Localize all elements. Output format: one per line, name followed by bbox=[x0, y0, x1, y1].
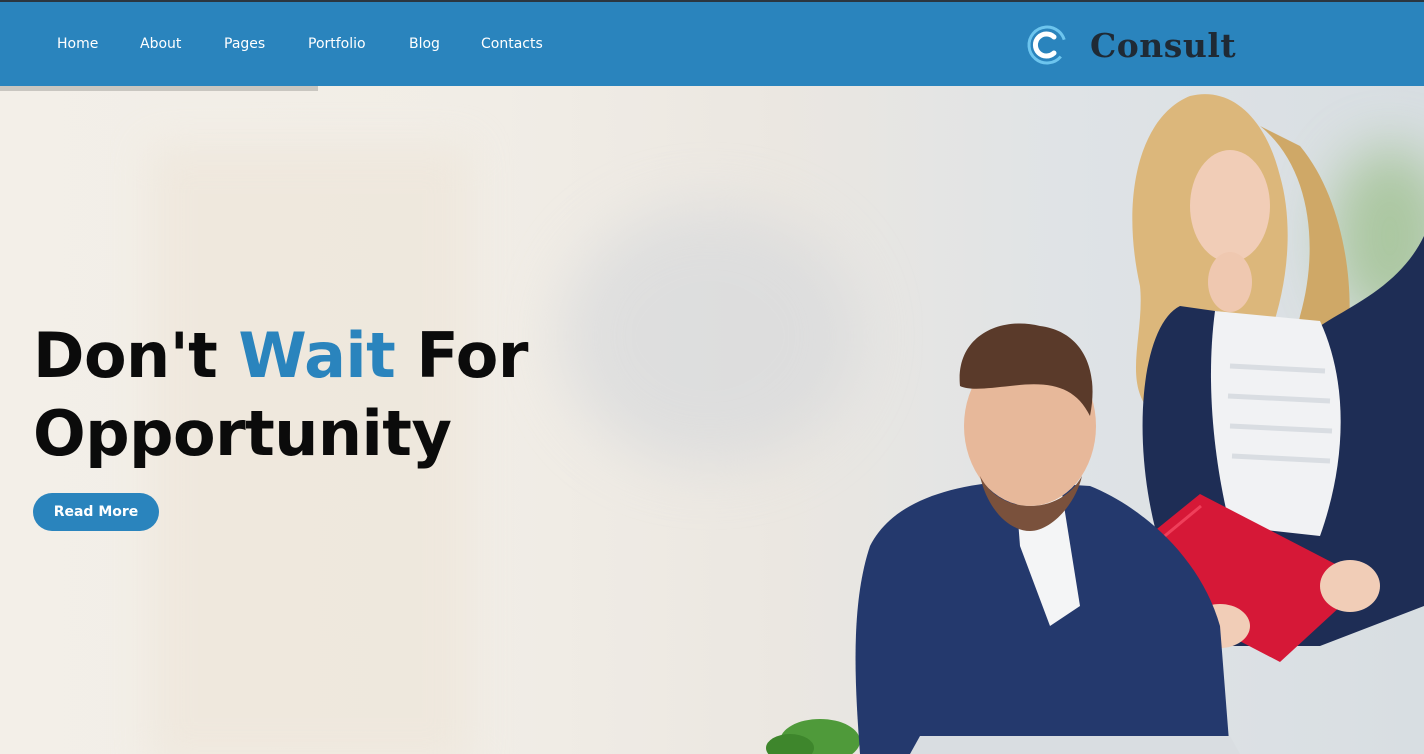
read-more-button[interactable]: Read More bbox=[33, 493, 159, 531]
nav-blog[interactable]: Blog bbox=[409, 36, 440, 52]
c-logo-icon bbox=[1027, 25, 1067, 65]
headline-line2: Opportunity bbox=[33, 397, 452, 470]
nav-home[interactable]: Home bbox=[57, 36, 98, 52]
nav-contacts[interactable]: Contacts bbox=[481, 36, 543, 52]
hero-headline: Don't Wait For Opportunity bbox=[33, 317, 528, 473]
slider-progress-bar bbox=[0, 86, 318, 91]
nav-about[interactable]: About bbox=[140, 36, 181, 52]
nav-pages[interactable]: Pages bbox=[224, 36, 265, 52]
brand-name: Consult bbox=[1090, 25, 1237, 65]
brand-logo[interactable]: Consult bbox=[1026, 24, 1236, 66]
hero-slider: Don't Wait For Opportunity Read More bbox=[0, 86, 1424, 754]
plant-leaves bbox=[766, 719, 860, 754]
navbar: Home About Pages Portfolio Blog Contacts… bbox=[0, 2, 1424, 86]
headline-accent: Wait bbox=[238, 319, 396, 392]
headline-part2: For bbox=[395, 319, 528, 392]
nav-portfolio[interactable]: Portfolio bbox=[308, 36, 366, 52]
hero-image-business-people bbox=[766, 94, 1424, 754]
headline-part1: Don't bbox=[33, 319, 239, 392]
